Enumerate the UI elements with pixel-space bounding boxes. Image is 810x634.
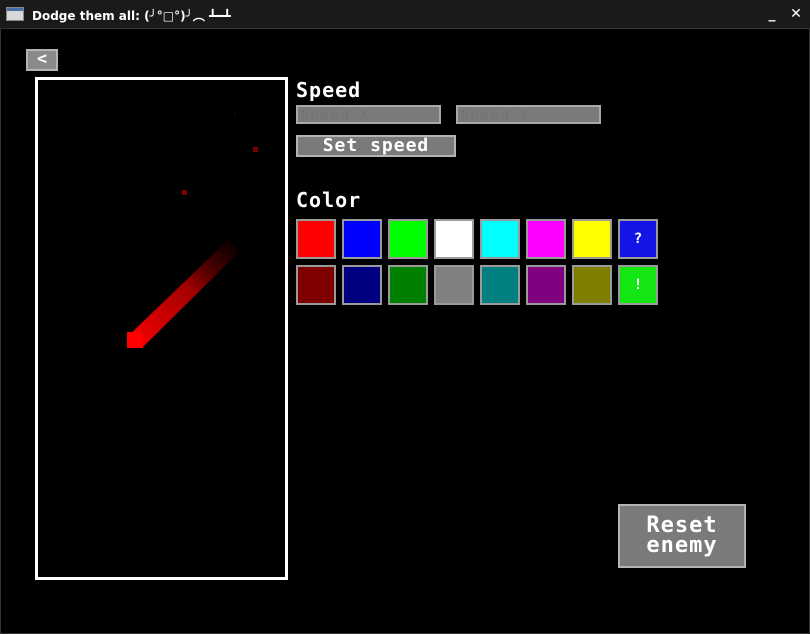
color-swatch-random[interactable]: ? [618,219,658,259]
color-swatch-custom[interactable]: ! [618,265,658,305]
color-label: Color [296,188,362,212]
color-swatch-blue[interactable] [342,219,382,259]
color-swatch-lime[interactable] [388,219,428,259]
color-swatch-gray[interactable] [434,265,474,305]
color-swatch-white[interactable] [434,219,474,259]
window-title: Dodge them all: (╯°□°)╯︵ ┻━┻ [32,9,231,23]
speed-x-input[interactable] [296,105,441,124]
speed-x-field[interactable] [300,107,439,122]
reset-label-line2: enemy [646,533,718,558]
close-button[interactable]: ✕ [786,4,806,24]
enemy-trail [127,240,240,348]
particle-dot [182,190,187,195]
app-window-icon [6,7,24,21]
title-bar: Dodge them all: (╯°□°)╯︵ ┻━┻ _ ✕ [0,0,810,29]
particle-dot [253,147,258,152]
speed-y-field[interactable] [460,107,599,122]
speed-label: Speed [296,78,362,102]
exclamation-icon: ! [633,277,643,293]
minimize-button[interactable]: _ [762,4,782,24]
main-content: < Speed Set speed Color ?! Reset [0,29,810,634]
color-swatch-yellow[interactable] [572,219,612,259]
reset-enemy-button[interactable]: Reset enemy [618,504,746,568]
enemy-preview-canvas [35,77,288,580]
color-swatch-magenta[interactable] [526,219,566,259]
set-speed-button[interactable]: Set speed [296,135,456,157]
question-mark-icon: ? [633,231,643,247]
color-swatch-olive[interactable] [572,265,612,305]
back-button[interactable]: < [26,49,58,71]
color-swatch-maroon[interactable] [296,265,336,305]
color-swatch-teal[interactable] [480,265,520,305]
speed-y-input[interactable] [456,105,601,124]
enemy-square [127,332,143,348]
color-swatch-purple[interactable] [526,265,566,305]
enemy-trail-graphic [127,113,258,348]
color-swatch-navy[interactable] [342,265,382,305]
color-swatch-red[interactable] [296,219,336,259]
color-swatch-green[interactable] [388,265,428,305]
particle-dot [234,113,236,115]
chevron-left-icon: < [36,49,48,69]
color-swatch-cyan[interactable] [480,219,520,259]
